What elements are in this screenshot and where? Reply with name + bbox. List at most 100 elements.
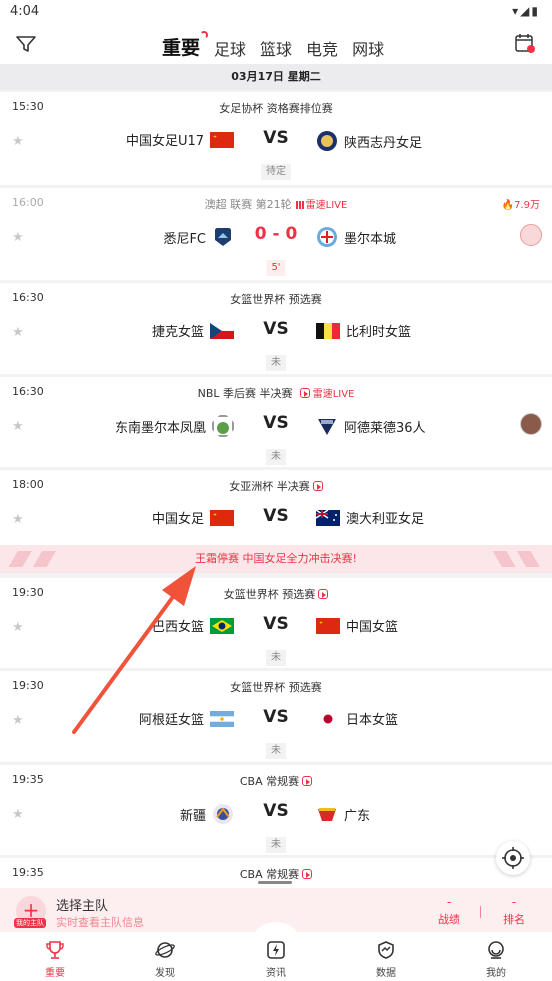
rank-stat: - 排名	[494, 895, 534, 927]
tab-active-indicator	[200, 31, 209, 39]
play-icon[interactable]	[302, 776, 313, 786]
match-status: 5'	[266, 260, 286, 276]
away-team: 陕西志丹女足	[316, 130, 422, 152]
match-card[interactable]: 19:35 CBA 常规赛 ★ 新疆 VS 广东 未	[0, 765, 552, 855]
sport-tabs: 重要 足球 篮球 电竞 网球	[162, 28, 384, 60]
away-team: 墨尔本城	[316, 226, 396, 248]
live-badge[interactable]: 雷速LIVE	[295, 196, 348, 211]
status-bar: 4:04 ▾◢▮	[0, 0, 552, 24]
calendar-icon[interactable]	[514, 32, 536, 54]
nav-profile[interactable]: 我的	[466, 940, 526, 979]
select-team-title: 选择主队	[56, 899, 109, 914]
competition-label: NBL 季后赛 半决赛	[197, 387, 293, 400]
crosshair-icon	[502, 847, 524, 869]
melbourne-city-crest-icon	[317, 227, 337, 247]
away-team: 广东	[316, 803, 370, 825]
drag-handle[interactable]	[258, 881, 292, 884]
competition-label: 女足协杯 资格赛排位赛	[219, 102, 333, 115]
match-card[interactable]: 16:00 澳超 联赛 第21轮 雷速LIVE 🔥7.9万 ★ 悉尼FC 0 - …	[0, 188, 552, 280]
competition-name: 女篮世界杯 预选赛	[0, 679, 552, 695]
nav-data[interactable]: 数据	[356, 940, 416, 979]
competition-label: 女篮世界杯 预选赛	[230, 293, 322, 306]
news-banner[interactable]: 王霜停赛 中国女足全力冲击决赛!	[0, 545, 552, 573]
user-face-icon	[488, 941, 504, 959]
competition-label: CBA 常规赛	[239, 868, 300, 881]
team-crest-icon	[317, 131, 337, 151]
banner-text: 王霜停赛 中国女足全力冲击决赛!	[195, 552, 357, 565]
record-label: 战绩	[438, 913, 460, 926]
stat-divider	[480, 906, 481, 918]
competition-label: 澳超 联赛 第21轮	[204, 198, 292, 211]
live-label: 雷速LIVE	[305, 200, 348, 211]
match-status: 未	[266, 650, 286, 666]
match-card[interactable]: 18:00 女亚洲杯 半决赛 ★ 中国女足 VS 澳大利亚女足	[0, 470, 552, 545]
filter-icon[interactable]	[14, 32, 38, 56]
match-center: VS	[263, 801, 289, 821]
rank-value: -	[511, 895, 517, 909]
match-center: VS	[263, 614, 289, 634]
match-center: VS	[263, 707, 289, 727]
nav-news[interactable]: 资讯	[246, 940, 306, 979]
match-status: 未	[266, 355, 286, 371]
locate-button[interactable]	[496, 841, 530, 875]
nav-profile-label: 我的	[486, 968, 506, 979]
date-header: 03月17日 星期二	[0, 64, 552, 90]
nav-data-label: 数据	[376, 968, 396, 979]
play-icon[interactable]	[302, 869, 313, 879]
nav-news-label: 资讯	[266, 968, 286, 979]
china-flag-icon	[316, 617, 340, 634]
record-stat: - 战绩	[429, 895, 469, 927]
my-team-badge: 我的主队	[14, 918, 46, 928]
match-card[interactable]: 16:30 NBL 季后赛 半决赛 雷速LIVE ★ 东南墨尔本凤凰 VS 阿德…	[0, 377, 552, 467]
tab-esports[interactable]: 电竞	[306, 36, 338, 60]
competition-name: 女篮世界杯 预选赛	[0, 586, 552, 602]
adelaide-36ers-crest-icon	[318, 419, 336, 435]
match-card[interactable]: 19:30 女篮世界杯 预选赛 ★ 巴西女篮 VS 中国女篮 未	[0, 578, 552, 668]
away-team: 比利时女篮	[316, 321, 411, 340]
away-team: 澳大利亚女足	[316, 508, 424, 527]
trophy-icon	[46, 941, 64, 959]
play-icon[interactable]	[318, 589, 329, 599]
play-icon[interactable]	[312, 481, 323, 491]
chevron-right-decor-icon	[4, 551, 64, 567]
live-badge[interactable]: 雷速LIVE	[297, 385, 354, 400]
anchor-avatar[interactable]	[520, 224, 542, 246]
nav-important-label: 重要	[45, 968, 65, 979]
match-center: VS	[263, 413, 289, 433]
away-team-name: 中国女篮	[346, 620, 399, 635]
match-status: 未	[266, 743, 286, 759]
lightning-doc-icon	[267, 941, 285, 959]
heat-value: 7.9万	[514, 200, 540, 211]
match-card[interactable]: 19:30 女篮世界杯 预选赛 ★ 阿根廷女篮 VS 日本女篮 未	[0, 671, 552, 762]
competition-label: 女篮世界杯 预选赛	[230, 681, 322, 694]
competition-name: CBA 常规赛	[0, 773, 552, 789]
match-card[interactable]: 16:30 女篮世界杯 预选赛 ★ 捷克女篮 VS 比利时女篮 未	[0, 283, 552, 374]
away-team-name: 陕西志丹女足	[344, 135, 423, 151]
anchor-avatar[interactable]	[520, 413, 542, 435]
away-team-name: 阿德莱德36人	[344, 420, 426, 436]
play-icon	[299, 388, 310, 398]
belgium-flag-icon	[316, 322, 340, 339]
tab-important-label: 重要	[162, 37, 201, 59]
match-status: 待定	[261, 164, 291, 180]
tab-important[interactable]: 重要	[162, 31, 209, 60]
match-status: 未	[266, 837, 286, 853]
chevron-left-decor-icon	[488, 551, 548, 567]
tab-tennis[interactable]: 网球	[352, 36, 384, 60]
away-team: 阿德莱德36人	[316, 415, 426, 437]
competition-name: NBL 季后赛 半决赛 雷速LIVE	[0, 385, 552, 401]
nav-discover[interactable]: 发现	[135, 940, 195, 979]
bottom-nav: 重要 发现 资讯 数据 我的	[0, 922, 552, 981]
away-team-name: 广东	[344, 808, 371, 824]
match-center: VS	[263, 506, 289, 526]
tab-football[interactable]: 足球	[214, 36, 246, 60]
tab-basketball[interactable]: 篮球	[260, 36, 292, 60]
nav-important[interactable]: 重要	[25, 940, 85, 979]
match-score: 0 - 0	[254, 224, 298, 244]
match-center: VS	[263, 128, 289, 148]
match-card[interactable]: 15:30 女足协杯 资格赛排位赛 ★ 中国女足U17 VS 陕西志丹女足 待定	[0, 92, 552, 185]
top-bar: 重要 足球 篮球 电竞 网球	[0, 24, 552, 64]
heat-count: 🔥7.9万	[501, 200, 540, 211]
competition-name: CBA 常规赛	[0, 866, 552, 882]
rank-label: 排名	[503, 913, 525, 926]
